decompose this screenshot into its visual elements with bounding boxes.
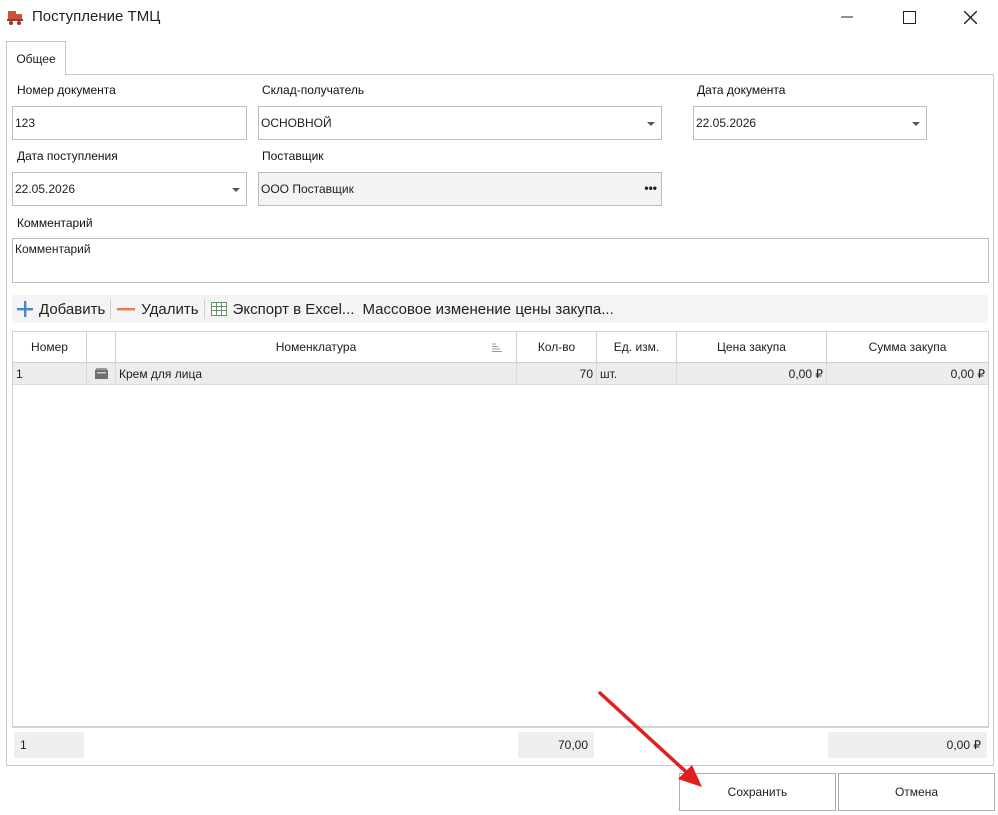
column-header-number[interactable]: Номер [13, 332, 87, 362]
summary-qty-total: 70,00 [518, 732, 594, 758]
warehouse-value: ОСНОВНОЙ [261, 116, 332, 130]
cell-qty[interactable]: 70 [517, 363, 597, 384]
toolbar-divider [203, 299, 205, 319]
supplier-field[interactable]: ООО Поставщик ••• [258, 172, 662, 206]
cell-price[interactable]: 0,00 ₽ [677, 363, 827, 384]
cell-sum[interactable]: 0,00 ₽ [827, 363, 988, 384]
column-header-nomenclature[interactable]: Номенклатура [116, 332, 517, 362]
cancel-button-label: Отмена [894, 785, 939, 799]
column-header-sum[interactable]: Сумма закупа [827, 332, 988, 362]
minimize-button[interactable] [824, 0, 870, 34]
grid-toolbar: Добавить Удалить Экспорт в Excel... Масс… [12, 295, 988, 323]
cell-nomenclature[interactable]: Крем для лица [116, 363, 517, 384]
doc-date-value: 22.05.2026 [696, 116, 757, 130]
chevron-down-icon[interactable] [232, 188, 240, 192]
annotation-arrow [598, 691, 702, 787]
add-button[interactable]: Добавить [12, 295, 109, 323]
cart-icon [7, 11, 23, 25]
comment-field[interactable]: Комментарий [12, 238, 989, 283]
minimize-icon [841, 16, 853, 18]
export-excel-label: Экспорт в Excel... [232, 300, 355, 318]
doc-number-field[interactable]: 123 [12, 106, 247, 140]
export-excel-button[interactable]: Экспорт в Excel... [206, 295, 359, 323]
column-header-label: Номенклатура [275, 340, 357, 354]
plus-icon [17, 301, 33, 317]
items-grid: Номер Номенклатура Кол-во Ед. изм. Цена … [12, 331, 989, 727]
cell-icon[interactable] [87, 363, 116, 384]
comment-label: Комментарий [17, 216, 93, 230]
doc-number-label: Номер документа [17, 83, 116, 97]
delete-button[interactable]: Удалить [112, 295, 202, 323]
column-header-qty[interactable]: Кол-во [517, 332, 597, 362]
receipt-date-field[interactable]: 22.05.2026 [12, 172, 247, 206]
close-icon [963, 10, 977, 24]
add-button-label: Добавить [39, 300, 106, 318]
delete-button-label: Удалить [141, 300, 199, 318]
chevron-down-icon[interactable] [912, 122, 920, 126]
column-header-label: Кол-во [537, 340, 576, 354]
receipt-date-value: 22.05.2026 [15, 182, 76, 196]
grid-header: Номер Номенклатура Кол-во Ед. изм. Цена … [13, 332, 988, 363]
tab-general-label: Общее [16, 51, 56, 66]
tab-general[interactable]: Общее [6, 41, 66, 75]
close-button[interactable] [947, 0, 993, 34]
cell-number[interactable]: 1 [13, 363, 87, 384]
warehouse-label: Склад-получатель [262, 83, 365, 97]
column-header-label: Номер [31, 340, 68, 354]
filter-icon[interactable] [492, 343, 502, 352]
minus-icon [117, 308, 136, 311]
mass-price-change-label: Массовое изменение цены закупа... [362, 300, 614, 318]
spreadsheet-icon [210, 302, 227, 316]
more-icon[interactable]: ••• [644, 181, 657, 195]
table-row[interactable]: 1 Крем для лица 70 шт. 0,00 ₽ 0,00 ₽ [13, 363, 988, 385]
maximize-icon [902, 10, 916, 24]
doc-date-field[interactable]: 22.05.2026 [693, 106, 927, 140]
doc-date-label: Дата документа [697, 83, 786, 97]
title-bar: Поступление ТМЦ [0, 0, 998, 34]
window-title: Поступление ТМЦ [32, 8, 161, 25]
receipt-date-label: Дата поступления [17, 149, 118, 163]
column-header-price[interactable]: Цена закупа [677, 332, 827, 362]
card-icon[interactable] [94, 368, 108, 379]
cancel-button[interactable]: Отмена [838, 773, 995, 811]
supplier-label: Поставщик [262, 149, 324, 163]
cell-unit[interactable]: шт. [597, 363, 677, 384]
grid-summary-bar: 1 70,00 0,00 ₽ [12, 727, 989, 759]
doc-number-value: 123 [15, 116, 36, 130]
mass-price-change-button[interactable]: Массовое изменение цены закупа... [358, 295, 617, 323]
warehouse-select[interactable]: ОСНОВНОЙ [258, 106, 662, 140]
column-header-label: Сумма закупа [868, 340, 947, 354]
maximize-button[interactable] [886, 0, 932, 34]
summary-sum-total: 0,00 ₽ [828, 732, 987, 758]
toolbar-divider [110, 299, 112, 319]
chevron-down-icon[interactable] [647, 122, 655, 126]
summary-count: 1 [14, 732, 84, 758]
column-header-icon[interactable] [87, 332, 116, 362]
column-header-unit[interactable]: Ед. изм. [597, 332, 677, 362]
comment-value: Комментарий [15, 242, 91, 256]
supplier-value: ООО Поставщик [261, 182, 354, 196]
save-button-label: Сохранить [727, 785, 788, 799]
column-header-label: Цена закупа [717, 340, 786, 354]
column-header-label: Ед. изм. [613, 340, 660, 354]
